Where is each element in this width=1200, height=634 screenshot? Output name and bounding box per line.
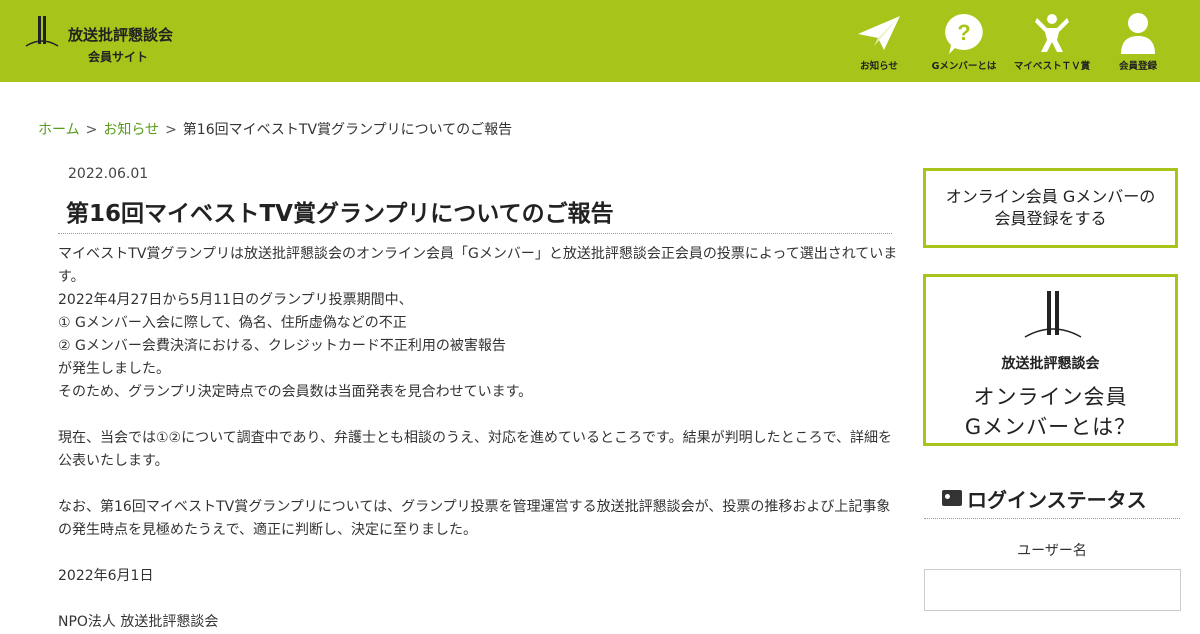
id-card-icon bbox=[942, 490, 962, 506]
nav-gmember[interactable]: ? Gメンバーとは bbox=[922, 10, 1006, 76]
about-gmember-banner[interactable]: 放送批評懇談会 オンライン会員 Gメンバーとは？ bbox=[923, 274, 1178, 446]
username-input[interactable] bbox=[924, 569, 1181, 611]
nav-mybesttv-label: マイベストＴＶ賞 bbox=[1013, 61, 1091, 72]
breadcrumb-separator: > bbox=[85, 122, 98, 138]
article-paragraph: ① Gメンバー入会に際して、偽名、住所虚偽などの不正 bbox=[58, 315, 407, 331]
paper-plane-icon bbox=[858, 16, 900, 50]
article-paragraph: なお、第16回マイベストTV賞グランプリについては、グランプリ投票を管理運営する… bbox=[58, 499, 891, 538]
register-banner-line1: オンライン会員 Gメンバーの bbox=[945, 187, 1156, 206]
article-body: マイベストTV賞グランプリは放送批評懇談会のオンライン会員「Gメンバー」と放送批… bbox=[58, 243, 898, 634]
nav-news-label: お知らせ bbox=[860, 61, 898, 72]
article-title: 第16回マイベストTV賞グランプリについてのご報告 bbox=[66, 201, 614, 227]
register-banner-line2: 会員登録をする bbox=[994, 209, 1107, 228]
svg-text:?: ? bbox=[957, 20, 970, 45]
nav-register[interactable]: 会員登録 bbox=[1108, 10, 1168, 76]
nav-mybesttv[interactable]: マイベストＴＶ賞 bbox=[1008, 10, 1096, 76]
breadcrumb: ホーム > お知らせ > 第16回マイベストTV賞グランプリについてのご報告 bbox=[38, 119, 512, 139]
nav-gmember-label: Gメンバーとは bbox=[931, 61, 997, 72]
login-divider bbox=[924, 518, 1180, 519]
breadcrumb-news[interactable]: お知らせ bbox=[103, 122, 159, 138]
breadcrumb-current: 第16回マイベストTV賞グランプリについてのご報告 bbox=[182, 122, 513, 138]
question-bubble-icon: ? bbox=[945, 14, 983, 54]
article-paragraph: ② Gメンバー会費決済における、クレジットカード不正利用の被害報告 bbox=[58, 338, 506, 354]
article-date: 2022.06.01 bbox=[68, 166, 149, 182]
user-icon bbox=[1121, 13, 1155, 54]
breadcrumb-separator: > bbox=[165, 122, 177, 138]
about-banner-org: 放送批評懇談会 bbox=[1001, 356, 1100, 372]
article-paragraph: 2022年4月27日から5月11日のグランプリ投票期間中、 bbox=[58, 292, 413, 308]
about-banner-line1: オンライン会員 bbox=[973, 385, 1128, 409]
site-subtitle: 会員サイト bbox=[88, 50, 149, 64]
article-paragraph: 現在、当会では①②について調査中であり、弁護士とも相談のうえ、対応を進めていると… bbox=[58, 430, 893, 469]
article-signoff-date: 2022年6月1日 bbox=[58, 568, 154, 584]
title-divider bbox=[58, 233, 892, 234]
site-header: 放送批評懇談会 会員サイト お知らせ ? Gメンバーとは マイベストＴＶ賞 会員… bbox=[0, 0, 1200, 82]
login-status-title: ログインステータス bbox=[967, 488, 1147, 512]
article-paragraph: が発生しました。 bbox=[58, 361, 170, 377]
site-title: 放送批評懇談会 bbox=[68, 26, 174, 44]
username-label: ユーザー名 bbox=[1017, 543, 1087, 559]
breadcrumb-home[interactable]: ホーム bbox=[38, 122, 80, 138]
trophy-figure-icon bbox=[1035, 14, 1069, 52]
article-paragraph: マイベストTV賞グランプリは放送批評懇談会のオンライン会員「Gメンバー」と放送批… bbox=[58, 246, 898, 285]
nav-news[interactable]: お知らせ bbox=[849, 10, 909, 76]
logo-mark-icon bbox=[25, 16, 59, 47]
about-banner-line2: Gメンバーとは？ bbox=[964, 415, 1137, 439]
nav-register-label: 会員登録 bbox=[1118, 61, 1157, 72]
article-signoff-org: NPO法人 放送批評懇談会 bbox=[58, 614, 219, 630]
article-paragraph: そのため、グランプリ決定時点での会員数は当面発表を見合わせています。 bbox=[58, 384, 533, 400]
logo-mark-icon bbox=[1024, 291, 1082, 338]
register-banner-button[interactable]: オンライン会員 Gメンバーの 会員登録をする bbox=[923, 168, 1178, 248]
